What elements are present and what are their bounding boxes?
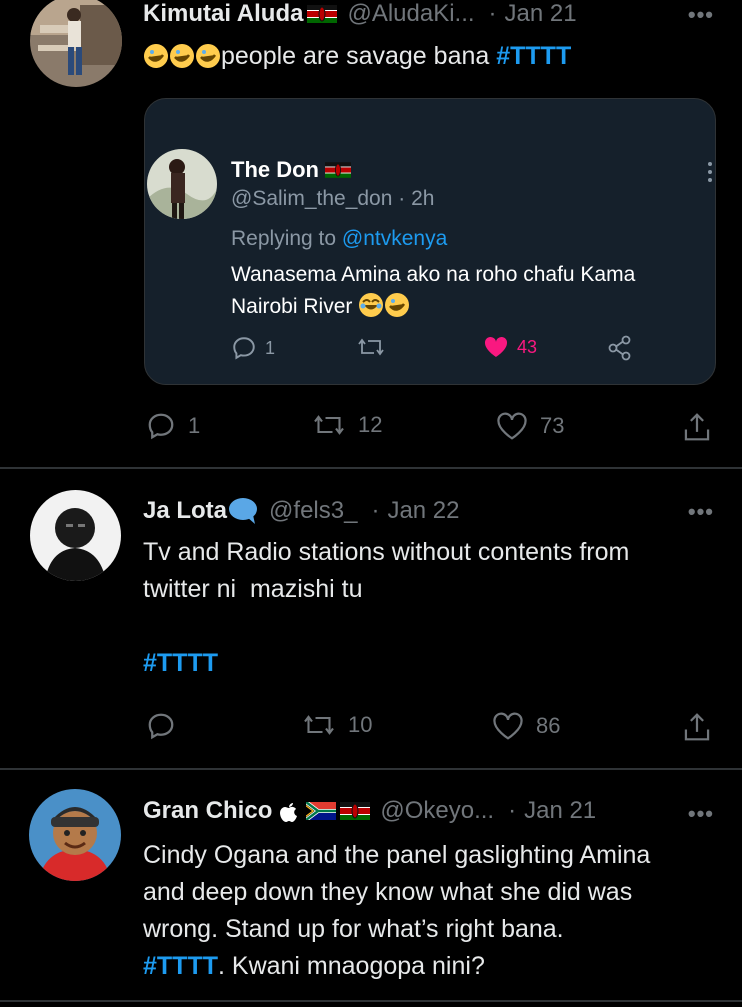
- reply-icon: [148, 713, 174, 740]
- tweet-text: Cindy Ogana and the panel gaslighting Am…: [143, 837, 650, 985]
- reply-count: 1: [188, 413, 201, 438]
- separator-dot: ·: [508, 797, 517, 824]
- quoted-display-name[interactable]: The Don: [231, 157, 351, 183]
- quoted-name-text[interactable]: The Don: [231, 157, 319, 183]
- retweet-count: 10: [348, 712, 373, 737]
- avatar[interactable]: [30, 490, 121, 581]
- hashtag-link[interactable]: #TTTT: [496, 42, 571, 70]
- tweet-text-line: #TTTT. Kwani mnaogopa nini?: [143, 948, 650, 985]
- replying-prefix: Replying to: [231, 227, 337, 250]
- quoted-like-count: 43: [517, 336, 538, 357]
- kenya-flag-icon: [340, 802, 371, 820]
- tweet-text: people are savage bana #TTTT: [143, 38, 571, 75]
- quoted-text-line: Wanasema Amina ako na roho chafu Kama: [231, 263, 636, 286]
- reply-button[interactable]: 1: [146, 411, 200, 441]
- separator-dot: ·: [371, 497, 380, 524]
- tweet-text: Tv and Radio stations without contents f…: [143, 534, 629, 682]
- quoted-share-button[interactable]: [607, 335, 633, 361]
- timestamp[interactable]: Jan 21: [505, 0, 577, 28]
- hashtag-link[interactable]: #TTTT: [143, 952, 218, 980]
- tweet-header: Gran Chico @Okeyo... · Jan 21: [143, 797, 596, 825]
- replying-to: Replying to @ntvkenya: [231, 227, 447, 251]
- share-button[interactable]: [682, 711, 712, 743]
- more-icon[interactable]: •••: [688, 499, 714, 525]
- quoted-handle[interactable]: @Salim_the_don · 2h: [231, 187, 434, 211]
- retweet-icon: [304, 715, 334, 735]
- tweet-kimutai-aluda[interactable]: Kimutai Aluda @AludaKi... · Jan 21 ••• p…: [0, 0, 742, 468]
- display-name[interactable]: Gran Chico: [143, 797, 272, 825]
- display-name[interactable]: Kimutai Aluda: [143, 0, 303, 28]
- handle[interactable]: @fels3_: [269, 497, 357, 525]
- quoted-text: Wanasema Amina ako na roho chafu Kama Na…: [231, 259, 635, 323]
- like-icon: [497, 412, 527, 440]
- like-count: 86: [536, 713, 561, 738]
- separator-dot: ·: [488, 0, 497, 27]
- tweet-ja-lota[interactable]: Ja Lota @fels3_ · Jan 22 ••• Tv and Radi…: [0, 469, 742, 769]
- timestamp[interactable]: Jan 21: [524, 797, 596, 825]
- tweet-text-tail: . Kwani mnaogopa nini?: [218, 952, 485, 980]
- rofl-emoji-icon: [195, 43, 221, 69]
- more-icon[interactable]: •••: [688, 2, 714, 28]
- tweet-text-line: Cindy Ogana and the panel gaslighting Am…: [143, 841, 651, 869]
- divider: [0, 1000, 742, 1002]
- display-name[interactable]: Ja Lota: [143, 497, 227, 525]
- speech-bubble-icon: [227, 497, 259, 525]
- tweet-gran-chico[interactable]: Gran Chico @Okeyo... · Jan 21 ••• Cindy …: [0, 770, 742, 1007]
- share-icon: [684, 413, 710, 441]
- reply-button[interactable]: [146, 711, 176, 741]
- south-africa-flag-icon: [306, 802, 337, 820]
- kenya-flag-icon: [307, 5, 338, 23]
- embedded-tweet-card[interactable]: The Don @Salim_the_don · 2h Replying to …: [144, 98, 716, 385]
- quoted-more-icon[interactable]: [707, 161, 713, 188]
- quoted-text-line2: Nairobi River: [231, 295, 353, 318]
- handle[interactable]: @Okeyo...: [380, 797, 494, 825]
- avatar[interactable]: [29, 789, 121, 881]
- apple-icon: [280, 801, 298, 822]
- retweet-count: 12: [358, 412, 383, 437]
- retweet-button[interactable]: 12: [312, 411, 382, 439]
- quoted-retweet-button[interactable]: [357, 335, 385, 359]
- tweet-text-line: Tv and Radio stations without contents f…: [143, 538, 630, 566]
- action-bar: 1 12 73: [0, 411, 742, 445]
- quoted-like-button[interactable]: 43: [483, 335, 537, 359]
- tweet-header: Ja Lota @fels3_ · Jan 22: [143, 497, 460, 525]
- like-icon: [493, 712, 523, 740]
- retweet-button[interactable]: 10: [302, 711, 372, 739]
- like-button[interactable]: 86: [492, 711, 560, 741]
- hashtag-link[interactable]: #TTTT: [143, 645, 629, 682]
- tweet-header: Kimutai Aluda @AludaKi... · Jan 21: [143, 0, 577, 28]
- mention-link[interactable]: @ntvkenya: [342, 227, 447, 250]
- tweet-body: people are savage bana: [221, 42, 490, 70]
- reply-icon: [233, 337, 255, 360]
- share-icon: [608, 335, 631, 361]
- rofl-emoji-icon: [143, 43, 169, 69]
- avatar[interactable]: [30, 0, 122, 87]
- more-icon[interactable]: •••: [688, 801, 714, 827]
- tweet-text-line: wrong. Stand up for what’s right bana.: [143, 915, 564, 943]
- action-bar: 10 86: [0, 711, 742, 745]
- kenya-flag-icon: [325, 162, 351, 178]
- like-icon: [484, 336, 508, 357]
- rofl-emoji-icon: [169, 43, 195, 69]
- quoted-action-bar: 1 43: [145, 335, 715, 361]
- like-count: 73: [540, 413, 565, 438]
- tweet-text-line: twitter ni mazishi tu: [143, 575, 363, 603]
- quoted-reply-count: 1: [265, 337, 276, 358]
- joy-emoji-icon: [358, 292, 384, 318]
- quoted-text-line: Nairobi River: [231, 291, 635, 323]
- retweet-icon: [358, 338, 384, 356]
- share-icon: [684, 713, 710, 741]
- reply-icon: [148, 413, 174, 440]
- share-button[interactable]: [682, 411, 712, 443]
- tweet-text-line: and deep down they know what she did was: [143, 878, 633, 906]
- timestamp[interactable]: Jan 22: [387, 497, 459, 525]
- retweet-icon: [314, 415, 344, 435]
- quoted-avatar[interactable]: [147, 149, 217, 219]
- quoted-reply-button[interactable]: 1: [231, 335, 275, 361]
- handle[interactable]: @AludaKi...: [347, 0, 474, 28]
- like-button[interactable]: 73: [496, 411, 564, 441]
- rofl-emoji-icon: [384, 292, 410, 318]
